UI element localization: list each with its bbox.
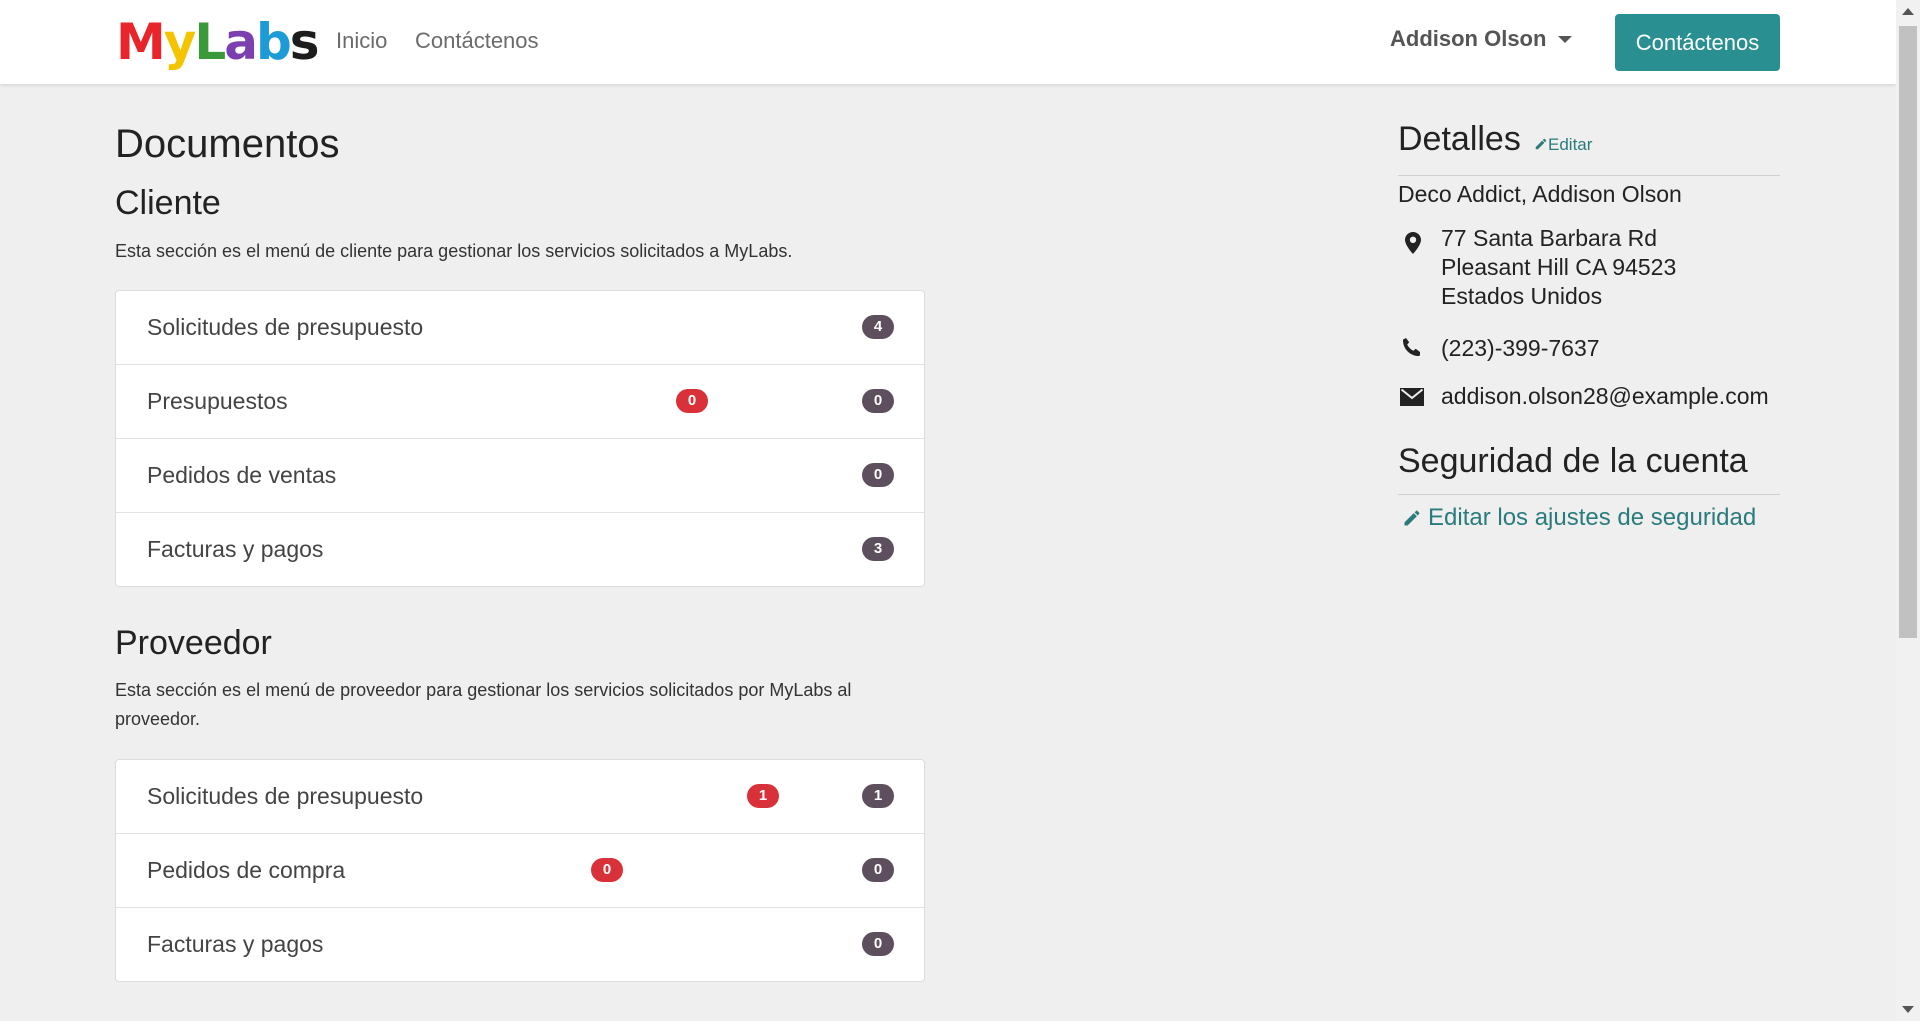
- mylabs-logo[interactable]: MyLabs: [116, 12, 320, 72]
- list-item-vendor-invoices[interactable]: Facturas y pagos 0: [116, 908, 924, 981]
- vendor-section-title: Proveedor: [115, 624, 272, 662]
- list-item-vendor-purchase-orders[interactable]: Pedidos de compra 0 0: [116, 834, 924, 908]
- details-title: Detalles: [1398, 120, 1521, 158]
- count-badge: 0: [862, 858, 894, 882]
- address-line: Estados Unidos: [1441, 283, 1603, 309]
- map-marker-icon: [1405, 232, 1421, 254]
- caret-down-icon: [1558, 35, 1573, 43]
- list-item-client-invoices[interactable]: Facturas y pagos 3: [116, 513, 924, 586]
- list-item-label: Pedidos de ventas: [147, 462, 337, 488]
- nav-link-home[interactable]: Inicio: [336, 28, 387, 54]
- user-menu-dropdown[interactable]: Addison Olson: [1390, 26, 1573, 52]
- list-item-label: Pedidos de compra: [147, 857, 346, 883]
- contact-name: Deco Addict, Addison Olson: [1398, 181, 1682, 207]
- logo-letter: M: [116, 13, 166, 71]
- logo-letter: s: [289, 13, 320, 71]
- list-item-label: Solicitudes de presupuesto: [147, 314, 424, 340]
- address-line: 77 Santa Barbara Rd: [1441, 225, 1658, 251]
- edit-security-settings-link[interactable]: Editar los ajustes de seguridad: [1402, 504, 1756, 532]
- edit-label: Editar: [1548, 135, 1593, 154]
- alert-badge: 0: [676, 389, 708, 413]
- contact-email: addison.olson28@example.com: [1441, 383, 1769, 409]
- scroll-up-icon[interactable]: [1902, 8, 1914, 15]
- list-item-client-rfq[interactable]: Solicitudes de presupuesto 4: [116, 291, 924, 365]
- logo-letter: b: [255, 13, 292, 71]
- count-badge: 3: [862, 537, 894, 561]
- list-item-label: Facturas y pagos: [147, 536, 324, 562]
- list-item-client-quotations[interactable]: Presupuestos 0 0: [116, 365, 924, 439]
- pencil-icon: [1404, 510, 1420, 526]
- edit-security-label: Editar los ajustes de seguridad: [1428, 504, 1757, 531]
- top-navbar: MyLabs Inicio Contáctenos Addison Olson …: [0, 0, 1896, 84]
- scrollbar-thumb[interactable]: [1899, 26, 1917, 638]
- count-badge: 0: [862, 463, 894, 487]
- details-divider: [1398, 175, 1780, 176]
- list-item-vendor-rfq[interactable]: Solicitudes de presupuesto 1 1: [116, 760, 924, 834]
- list-item-label: Facturas y pagos: [147, 931, 324, 957]
- contact-phone: (223)-399-7637: [1441, 335, 1600, 361]
- list-item-client-sales-orders[interactable]: Pedidos de ventas 0: [116, 439, 924, 513]
- count-badge: 4: [862, 315, 894, 339]
- pencil-icon: [1535, 138, 1547, 150]
- contact-us-button[interactable]: Contáctenos: [1615, 14, 1780, 71]
- vendor-section-description: Esta sección es el menú de proveedor par…: [115, 680, 852, 729]
- envelope-icon: [1400, 388, 1424, 406]
- logo-letter: L: [194, 13, 226, 71]
- logo-letter: a: [224, 13, 258, 71]
- security-divider: [1398, 494, 1780, 495]
- count-badge: 0: [862, 389, 894, 413]
- logo-letter: y: [163, 13, 197, 71]
- user-name: Addison Olson: [1390, 26, 1547, 51]
- edit-details-link[interactable]: Editar: [1534, 135, 1592, 155]
- phone-icon: [1403, 338, 1420, 356]
- list-item-label: Solicitudes de presupuesto: [147, 783, 424, 809]
- count-badge: 1: [862, 784, 894, 808]
- list-item-label: Presupuestos: [147, 388, 288, 414]
- page-scrollbar[interactable]: [1896, 0, 1920, 1021]
- client-documents-list: Solicitudes de presupuesto 4 Presupuesto…: [115, 290, 925, 587]
- count-badge: 0: [862, 932, 894, 956]
- alert-badge: 0: [591, 858, 623, 882]
- client-section-description: Esta sección es el menú de cliente para …: [115, 241, 793, 261]
- client-section-title: Cliente: [115, 184, 221, 222]
- account-security-title: Seguridad de la cuenta: [1398, 442, 1748, 480]
- nav-link-contact[interactable]: Contáctenos: [415, 28, 539, 54]
- alert-badge: 1: [747, 784, 779, 808]
- scroll-down-icon[interactable]: [1902, 1006, 1914, 1013]
- vendor-documents-list: Solicitudes de presupuesto 1 1 Pedidos d…: [115, 759, 925, 982]
- address-line: Pleasant Hill CA 94523: [1441, 254, 1677, 280]
- page-title: Documentos: [115, 122, 340, 166]
